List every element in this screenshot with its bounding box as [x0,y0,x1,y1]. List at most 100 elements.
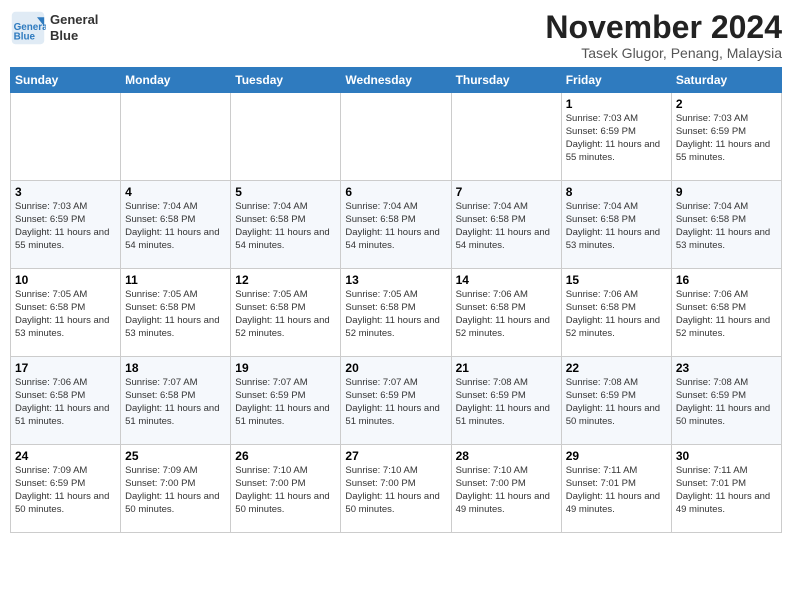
day-info: Sunrise: 7:05 AMSunset: 6:58 PMDaylight:… [235,289,336,340]
title-block: November 2024 Tasek Glugor, Penang, Mala… [545,10,782,61]
day-info: Sunrise: 7:10 AMSunset: 7:00 PMDaylight:… [456,465,557,516]
calendar-cell: 23 Sunrise: 7:08 AMSunset: 6:59 PMDayligh… [671,357,781,445]
calendar-cell: 18Sunrise: 7:07 AMSunset: 6:58 PMDayligh… [121,357,231,445]
day-number: 12 [235,273,336,287]
calendar-cell: 6Sunrise: 7:04 AMSunset: 6:58 PMDaylight… [341,181,451,269]
day-number: 23 [676,361,777,375]
day-info: Sunrise: 7:03 AMSunset: 6:59 PMDaylight:… [566,113,667,164]
day-info: Sunrise: 7:03 AMSunset: 6:59 PMDaylight:… [676,113,777,164]
calendar-cell: 28Sunrise: 7:10 AMSunset: 7:00 PMDayligh… [451,445,561,533]
day-info: Sunrise: 7:04 AMSunset: 6:58 PMDaylight:… [125,201,226,252]
calendar-cell: 15 Sunrise: 7:06 AMSunset: 6:58 PMDayligh… [561,269,671,357]
day-info: Sunrise: 7:06 AMSunset: 6:58 PMDaylight:… [676,289,777,340]
calendar-table: SundayMondayTuesdayWednesdayThursdayFrid… [10,67,782,533]
calendar-body: 1 Sunrise: 7:03 AMSunset: 6:59 PMDaylight… [11,93,782,533]
calendar-cell: 22 Sunrise: 7:08 AMSunset: 6:59 PMDayligh… [561,357,671,445]
day-number: 5 [235,185,336,199]
weekday-friday: Friday [561,68,671,93]
logo-line2: Blue [50,28,78,43]
calendar-cell: 24 Sunrise: 7:09 AMSunset: 6:59 PMDayligh… [11,445,121,533]
day-info: Sunrise: 7:04 AMSunset: 6:58 PMDaylight:… [566,201,667,252]
day-number: 14 [456,273,557,287]
day-number: 24 [15,449,116,463]
day-number: 22 [566,361,667,375]
day-number: 8 [566,185,667,199]
day-number: 1 [566,97,667,111]
day-info: Sunrise: 7:08 AMSunset: 6:59 PMDaylight:… [456,377,557,428]
day-info: Sunrise: 7:08 AMSunset: 6:59 PMDaylight:… [676,377,777,428]
day-number: 11 [125,273,226,287]
day-info: Sunrise: 7:04 AMSunset: 6:58 PMDaylight:… [456,201,557,252]
page-header: General Blue General Blue November 2024 … [10,10,782,61]
calendar-cell [11,93,121,181]
calendar-cell: 17 Sunrise: 7:06 AMSunset: 6:58 PMDayligh… [11,357,121,445]
day-number: 16 [676,273,777,287]
month-title: November 2024 [545,10,782,45]
calendar-cell [231,93,341,181]
day-number: 9 [676,185,777,199]
day-number: 26 [235,449,336,463]
day-number: 13 [345,273,446,287]
calendar-cell: 25Sunrise: 7:09 AMSunset: 7:00 PMDayligh… [121,445,231,533]
calendar-cell: 8 Sunrise: 7:04 AMSunset: 6:58 PMDaylight… [561,181,671,269]
day-info: Sunrise: 7:03 AMSunset: 6:59 PMDaylight:… [15,201,116,252]
calendar-cell: 5 Sunrise: 7:04 AMSunset: 6:58 PMDaylight… [231,181,341,269]
calendar-cell: 19 Sunrise: 7:07 AMSunset: 6:59 PMDayligh… [231,357,341,445]
day-number: 19 [235,361,336,375]
calendar-cell: 26 Sunrise: 7:10 AMSunset: 7:00 PMDayligh… [231,445,341,533]
calendar-cell: 11 Sunrise: 7:05 AMSunset: 6:58 PMDayligh… [121,269,231,357]
day-info: Sunrise: 7:05 AMSunset: 6:58 PMDaylight:… [345,289,446,340]
weekday-saturday: Saturday [671,68,781,93]
day-info: Sunrise: 7:10 AMSunset: 7:00 PMDaylight:… [235,465,336,516]
week-row-5: 24 Sunrise: 7:09 AMSunset: 6:59 PMDayligh… [11,445,782,533]
day-info: Sunrise: 7:07 AMSunset: 6:59 PMDaylight:… [345,377,446,428]
day-info: Sunrise: 7:11 AMSunset: 7:01 PMDaylight:… [676,465,777,516]
calendar-cell: 10Sunrise: 7:05 AMSunset: 6:58 PMDayligh… [11,269,121,357]
day-info: Sunrise: 7:09 AMSunset: 6:59 PMDaylight:… [15,465,116,516]
day-number: 15 [566,273,667,287]
day-info: Sunrise: 7:06 AMSunset: 6:58 PMDaylight:… [15,377,116,428]
day-number: 17 [15,361,116,375]
day-number: 20 [345,361,446,375]
weekday-thursday: Thursday [451,68,561,93]
calendar-cell [341,93,451,181]
day-info: Sunrise: 7:07 AMSunset: 6:59 PMDaylight:… [235,377,336,428]
week-row-3: 10Sunrise: 7:05 AMSunset: 6:58 PMDayligh… [11,269,782,357]
logo-icon: General Blue [10,10,46,46]
calendar-cell: 13 Sunrise: 7:05 AMSunset: 6:58 PMDayligh… [341,269,451,357]
calendar-cell: 1 Sunrise: 7:03 AMSunset: 6:59 PMDaylight… [561,93,671,181]
day-info: Sunrise: 7:05 AMSunset: 6:58 PMDaylight:… [125,289,226,340]
calendar-cell: 21 Sunrise: 7:08 AMSunset: 6:59 PMDayligh… [451,357,561,445]
day-info: Sunrise: 7:04 AMSunset: 6:58 PMDaylight:… [235,201,336,252]
calendar-header: SundayMondayTuesdayWednesdayThursdayFrid… [11,68,782,93]
weekday-tuesday: Tuesday [231,68,341,93]
day-number: 29 [566,449,667,463]
day-number: 21 [456,361,557,375]
day-info: Sunrise: 7:11 AMSunset: 7:01 PMDaylight:… [566,465,667,516]
svg-text:Blue: Blue [14,32,36,43]
calendar-cell: 12 Sunrise: 7:05 AMSunset: 6:58 PMDayligh… [231,269,341,357]
day-info: Sunrise: 7:04 AMSunset: 6:58 PMDaylight:… [676,201,777,252]
calendar-cell: 27Sunrise: 7:10 AMSunset: 7:00 PMDayligh… [341,445,451,533]
calendar-cell: 14Sunrise: 7:06 AMSunset: 6:58 PMDayligh… [451,269,561,357]
calendar-cell: 20 Sunrise: 7:07 AMSunset: 6:59 PMDayligh… [341,357,451,445]
day-info: Sunrise: 7:08 AMSunset: 6:59 PMDaylight:… [566,377,667,428]
day-number: 25 [125,449,226,463]
day-info: Sunrise: 7:10 AMSunset: 7:00 PMDaylight:… [345,465,446,516]
week-row-4: 17 Sunrise: 7:06 AMSunset: 6:58 PMDayligh… [11,357,782,445]
calendar-cell: 29 Sunrise: 7:11 AMSunset: 7:01 PMDayligh… [561,445,671,533]
day-info: Sunrise: 7:06 AMSunset: 6:58 PMDaylight:… [566,289,667,340]
calendar-cell: 2 Sunrise: 7:03 AMSunset: 6:59 PMDaylight… [671,93,781,181]
day-info: Sunrise: 7:05 AMSunset: 6:58 PMDaylight:… [15,289,116,340]
day-number: 2 [676,97,777,111]
weekday-row: SundayMondayTuesdayWednesdayThursdayFrid… [11,68,782,93]
day-number: 30 [676,449,777,463]
logo-text: General Blue [50,12,98,43]
logo-line1: General [50,12,98,27]
calendar-cell: 16 Sunrise: 7:06 AMSunset: 6:58 PMDayligh… [671,269,781,357]
week-row-2: 3Sunrise: 7:03 AMSunset: 6:59 PMDaylight… [11,181,782,269]
day-number: 6 [345,185,446,199]
weekday-sunday: Sunday [11,68,121,93]
week-row-1: 1 Sunrise: 7:03 AMSunset: 6:59 PMDaylight… [11,93,782,181]
weekday-monday: Monday [121,68,231,93]
